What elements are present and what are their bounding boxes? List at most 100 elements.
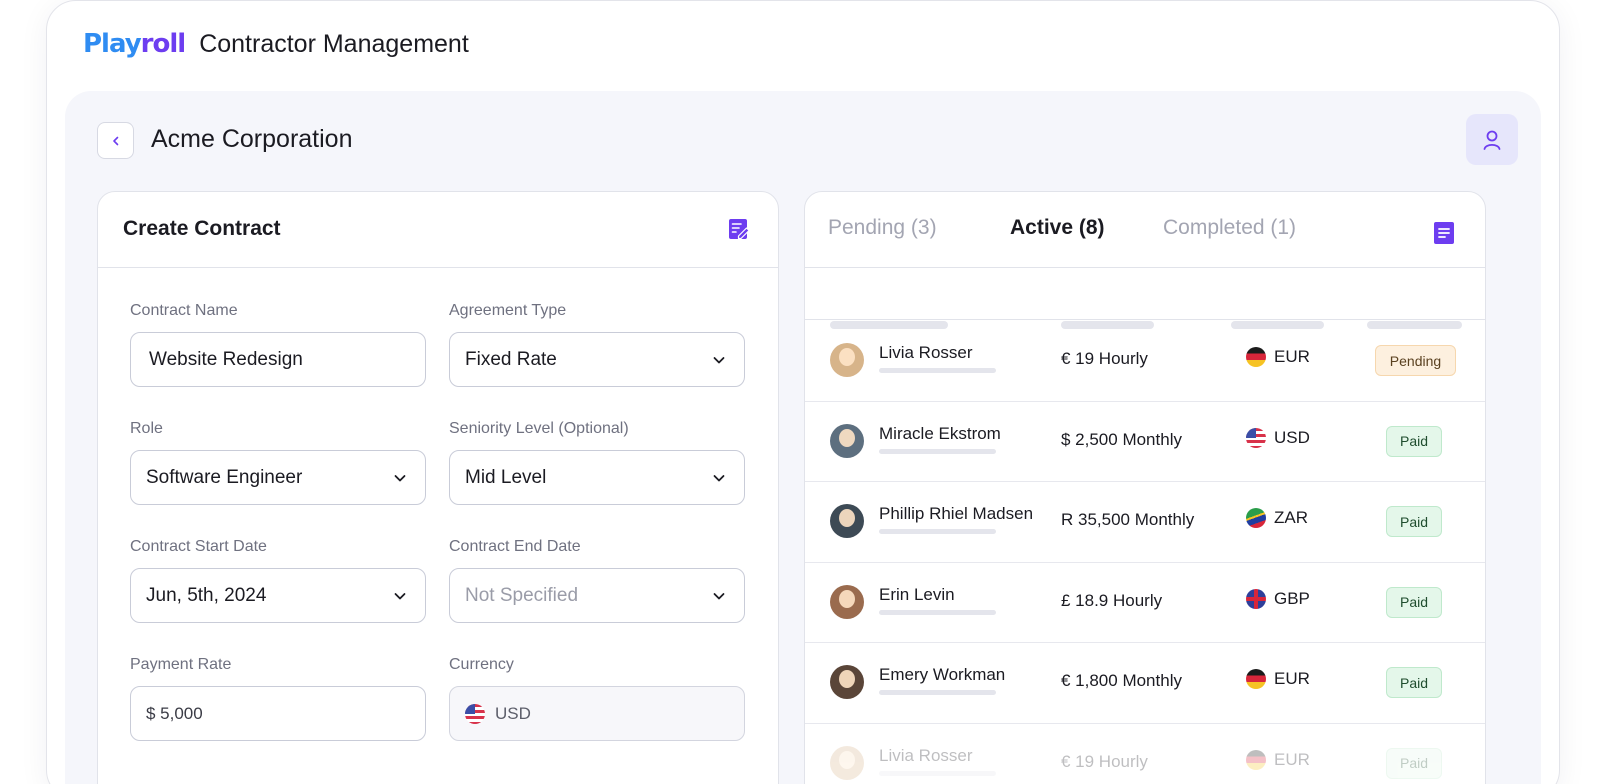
contract-row[interactable]: Erin Levin £ 18.9 Hourly GBP Paid	[805, 563, 1485, 643]
contractor-name: Miracle Ekstrom	[879, 423, 1001, 443]
avatar	[830, 423, 864, 458]
name-subtitle-placeholder	[879, 690, 996, 695]
seniority-label: Seniority Level (Optional)	[449, 420, 629, 437]
app-title: Contractor Management	[199, 29, 469, 58]
seniority-field: Seniority Level (Optional) Mid Level	[449, 420, 745, 505]
avatar	[830, 665, 864, 699]
end-date-field: Contract End Date Not Specified	[449, 538, 745, 623]
payment-rate-field: Payment Rate $ 5,000	[130, 656, 426, 741]
name-subtitle-placeholder	[879, 770, 996, 776]
payment-rate-input[interactable]: $ 5,000	[130, 686, 426, 741]
status-badge: Paid	[1386, 667, 1442, 698]
currency-label: Currency	[449, 656, 514, 673]
us-flag-icon	[465, 703, 485, 724]
create-contract-header: Create Contract	[98, 192, 778, 268]
status-badge: Pending	[1375, 345, 1456, 376]
playroll-logo[interactable]: Playroll	[83, 29, 186, 59]
contract-row[interactable]: Miracle Ekstrom $ 2,500 Monthly USD Paid	[805, 402, 1485, 482]
role-label: Role	[130, 420, 163, 437]
avatar	[830, 745, 864, 780]
contract-row[interactable]: Emery Workman € 1,800 Monthly EUR Paid	[805, 643, 1485, 724]
status-badge: Paid	[1386, 747, 1442, 779]
chevron-down-icon	[394, 475, 406, 482]
usd-flag-icon	[1246, 427, 1266, 448]
top-bar: Playroll Contractor Management	[83, 29, 469, 59]
currency-cell: EUR	[1246, 749, 1310, 770]
tab-pending[interactable]: Pending (3)	[828, 216, 937, 240]
chevron-down-icon	[394, 593, 406, 600]
currency-cell: ZAR	[1246, 508, 1308, 528]
contract-row[interactable]: Phillip Rhiel Madsen R 35,500 Monthly ZAR P…	[805, 482, 1485, 563]
contractor-name: Livia Rosser	[879, 745, 973, 765]
start-date-select[interactable]: Jun, 5th, 2024	[130, 568, 426, 623]
currency-code: EUR	[1274, 347, 1310, 366]
payment-rate-value: $ 5,000	[146, 703, 203, 723]
tab-completed[interactable]: Completed (1)	[1163, 216, 1296, 240]
contract-name-label: Contract Name	[130, 302, 238, 319]
chevron-down-icon	[713, 357, 725, 364]
user-icon	[1483, 130, 1501, 150]
payment-rate: € 19 Hourly	[1061, 349, 1148, 368]
payment-rate: $ 2,500 Monthly	[1061, 429, 1182, 449]
contract-row[interactable]: Livia Rosser € 19 Hourly EUR Pending	[805, 321, 1485, 402]
currency-code: EUR	[1274, 749, 1310, 769]
contractor-name: Erin Levin	[879, 584, 955, 604]
start-date-label: Contract Start Date	[130, 538, 267, 555]
role-field: Role Software Engineer	[130, 420, 426, 505]
payment-rate: € 19 Hourly	[1061, 751, 1148, 771]
name-subtitle-placeholder	[879, 609, 996, 615]
end-date-select[interactable]: Not Specified	[449, 568, 745, 623]
tab-active[interactable]: Active (8)	[1010, 216, 1105, 240]
company-name: Acme Corporation	[151, 125, 353, 153]
currency-cell: USD	[1246, 427, 1310, 448]
status-badge: Paid	[1386, 586, 1442, 618]
agreement-type-select[interactable]: Fixed Rate	[449, 332, 745, 387]
contract-name-input[interactable]: Website Redesign	[130, 332, 426, 387]
currency-cell: EUR	[1246, 669, 1310, 689]
currency-cell: EUR	[1246, 347, 1310, 367]
contract-row[interactable]: Livia Rosser € 19 Hourly EUR Paid	[805, 724, 1485, 784]
eur-flag-icon	[1246, 749, 1266, 770]
back-button[interactable]	[97, 122, 134, 159]
role-value: Software Engineer	[146, 466, 303, 488]
chevron-down-icon	[713, 475, 725, 482]
avatar	[830, 343, 864, 377]
app-window: Playroll Contractor Management Acme Corp…	[46, 0, 1560, 784]
status-badge: Paid	[1386, 506, 1442, 537]
name-subtitle-placeholder	[879, 448, 996, 454]
agreement-type-label: Agreement Type	[449, 302, 567, 319]
contract-name-value: Website Redesign	[149, 348, 303, 370]
edit-document-icon[interactable]	[728, 218, 750, 240]
currency-code: EUR	[1274, 669, 1310, 688]
role-select[interactable]: Software Engineer	[130, 450, 426, 505]
currency-field: Currency USD	[449, 656, 745, 741]
document-list-icon[interactable]	[1434, 222, 1454, 244]
contractor-name: Emery Workman	[879, 665, 1006, 684]
user-profile-button[interactable]	[1466, 114, 1518, 165]
end-date-placeholder: Not Specified	[465, 584, 579, 606]
contractor-name: Phillip Rhiel Madsen	[879, 504, 1034, 523]
payment-rate: £ 18.9 Hourly	[1061, 590, 1163, 610]
currency-cell: GBP	[1246, 588, 1310, 609]
currency-code: ZAR	[1274, 508, 1308, 527]
agreement-type-value: Fixed Rate	[465, 348, 557, 370]
list-header	[805, 268, 1485, 329]
end-date-label: Contract End Date	[449, 538, 581, 555]
contractor-name: Livia Rosser	[879, 343, 973, 362]
chevron-down-icon	[713, 593, 725, 600]
gbp-flag-icon	[1246, 588, 1266, 609]
currency-select[interactable]: USD	[449, 686, 745, 741]
eur-flag-icon	[1246, 347, 1266, 367]
name-subtitle-placeholder	[879, 368, 996, 373]
chevron-left-icon	[112, 136, 118, 145]
currency-value: USD	[495, 703, 531, 723]
payment-rate: € 1,800 Monthly	[1061, 671, 1182, 690]
status-badge: Paid	[1386, 425, 1442, 457]
zar-flag-icon	[1246, 508, 1266, 528]
seniority-value: Mid Level	[465, 466, 547, 488]
seniority-select[interactable]: Mid Level	[449, 450, 745, 505]
avatar	[830, 504, 864, 538]
contracts-panel: Pending (3) Active (8) Completed (1) Liv…	[804, 191, 1486, 784]
agreement-type-field: Agreement Type Fixed Rate	[449, 302, 745, 387]
create-contract-panel: Create Contract Contract Name Website Re…	[97, 191, 779, 784]
